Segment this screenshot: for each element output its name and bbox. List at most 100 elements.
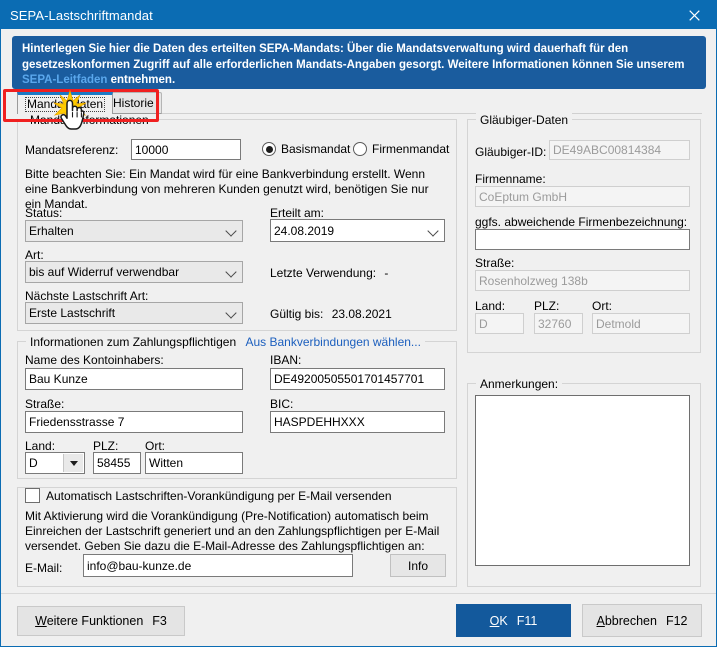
radio-basismandat-indicator xyxy=(262,142,276,156)
mandate-reference-input[interactable]: 10000 xyxy=(131,139,241,160)
creditor-street-input: Rosenholzweg 138b xyxy=(475,270,690,291)
payer-city-input[interactable]: Witten xyxy=(145,452,243,474)
more-functions-label: Weitere Funktionen xyxy=(35,614,143,628)
last-usage-label-text: Letzte Verwendung: xyxy=(270,266,376,280)
creditor-company-input: CoEptum GmbH xyxy=(475,186,690,207)
payer-information-group-title: Informationen zum Zahlungspflichtigen Au… xyxy=(26,335,425,349)
ok-accel: O xyxy=(490,614,500,628)
next-debit-type-value: Erste Lastschrift xyxy=(29,306,115,320)
info-banner-text: Hinterlegen Sie hier die Daten des ertei… xyxy=(22,42,696,89)
payer-city-label: Ort: xyxy=(145,439,165,453)
notes-textarea[interactable] xyxy=(475,395,690,566)
more-functions-shortcut: F3 xyxy=(152,614,167,628)
creditor-zip-label: PLZ: xyxy=(534,299,559,313)
sepa-leitfaden-link[interactable]: SEPA-Leitfaden xyxy=(22,74,107,86)
payer-country-label: Land: xyxy=(25,439,55,453)
payer-zip-label: PLZ: xyxy=(93,439,118,453)
account-holder-input[interactable]: Bau Kunze xyxy=(25,368,243,390)
last-usage-label: Letzte Verwendung: - xyxy=(270,266,388,280)
more-functions-button[interactable]: Weitere Funktionen F3 xyxy=(17,606,185,636)
radio-basismandat[interactable]: Basismandat xyxy=(262,142,350,156)
creditor-id-input: DE49ABC00814384 xyxy=(549,140,690,160)
radio-firmenmandat-indicator xyxy=(353,142,367,156)
bic-label: BIC: xyxy=(270,397,293,411)
payer-group-title-text: Informationen zum Zahlungspflichtigen xyxy=(30,335,236,349)
sepa-mandate-dialog: SEPA-Lastschriftmandat Hinterlegen Sie h… xyxy=(0,0,717,647)
creditor-country-input: D xyxy=(475,313,524,334)
cancel-label: Abbrechen xyxy=(596,614,656,628)
art-label: Art: xyxy=(25,248,44,262)
chevron-down-icon xyxy=(427,225,438,236)
email-input[interactable]: info@bau-kunze.de xyxy=(83,554,353,577)
iban-input[interactable]: DE49200505501701457701 xyxy=(270,368,445,390)
account-holder-label: Name des Kontoinhabers: xyxy=(25,353,164,367)
creditor-altname-input[interactable] xyxy=(475,229,690,250)
notes-group-title: Anmerkungen: xyxy=(476,377,562,391)
status-select-value: Erhalten xyxy=(29,224,74,238)
more-functions-rest: eitere Funktionen xyxy=(47,614,144,628)
status-label: Status: xyxy=(25,206,62,220)
creditor-altname-label: ggfs. abweichende Firmenbezeichnung: xyxy=(475,215,687,229)
chevron-down-icon xyxy=(225,307,236,318)
creditor-company-label: Firmenname: xyxy=(475,172,546,186)
ok-rest: K xyxy=(499,614,507,628)
payer-country-value: D xyxy=(29,456,38,470)
banner-text-after: entnehmen. xyxy=(107,74,175,86)
payer-street-input[interactable]: Friedensstrasse 7 xyxy=(25,411,243,433)
creditor-city-label: Ort: xyxy=(592,299,612,313)
next-debit-type-label: Nächste Lastschrift Art: xyxy=(25,289,148,303)
status-select[interactable]: Erhalten xyxy=(25,220,243,242)
more-functions-accel: W xyxy=(35,614,47,628)
cancel-shortcut: F12 xyxy=(666,614,688,628)
creditor-zip-input: 32760 xyxy=(534,313,583,334)
prenotification-checkbox[interactable]: Automatisch Lastschriften-Vorankündigung… xyxy=(25,488,392,503)
tab-historie[interactable]: Historie xyxy=(105,92,162,114)
tab-mandatsdaten[interactable]: Mandatsdaten xyxy=(17,92,113,114)
mandate-information-group-title: Mandatsinformationen xyxy=(26,113,153,127)
creditor-street-label: Straße: xyxy=(475,256,514,270)
cancel-button[interactable]: Abbrechen F12 xyxy=(582,604,702,637)
chevron-down-icon xyxy=(225,266,236,277)
ok-shortcut: F11 xyxy=(517,614,538,628)
art-select[interactable]: bis auf Widerruf verwendbar xyxy=(25,261,243,283)
cancel-accel: A xyxy=(596,614,604,628)
prenotification-checkbox-label: Automatisch Lastschriften-Vorankündigung… xyxy=(46,489,392,503)
bic-input[interactable]: HASPDEHHXXX xyxy=(270,411,445,433)
creditor-country-label: Land: xyxy=(475,299,505,313)
iban-label: IBAN: xyxy=(270,353,301,367)
valid-until-label: Gültig bis: 23.08.2021 xyxy=(270,307,392,321)
next-debit-type-select[interactable]: Erste Lastschrift xyxy=(25,302,243,324)
radio-firmenmandat[interactable]: Firmenmandat xyxy=(353,142,449,156)
payer-zip-input[interactable]: 58455 xyxy=(93,452,141,474)
close-glyph xyxy=(689,10,700,21)
checkbox-indicator xyxy=(25,488,40,503)
issued-on-label: Erteilt am: xyxy=(270,206,324,220)
title-bar: SEPA-Lastschriftmandat xyxy=(1,1,716,29)
creditor-id-label: Gläubiger-ID: xyxy=(475,145,546,159)
prenotification-description: Mit Aktivierung wird die Vorankündigung … xyxy=(25,509,443,554)
issued-on-value: 24.08.2019 xyxy=(274,224,334,238)
dialog-button-bar: Weitere Funktionen F3 OK F11 Abbrechen F… xyxy=(1,593,716,646)
radio-firmenmandat-label: Firmenmandat xyxy=(372,142,449,156)
payer-street-label: Straße: xyxy=(25,397,64,411)
issued-on-datepicker[interactable]: 24.08.2019 xyxy=(270,219,445,242)
valid-until-label-text: Gültig bis: xyxy=(270,307,323,321)
radio-basismandat-label: Basismandat xyxy=(281,142,350,156)
payer-country-select[interactable]: D xyxy=(25,452,85,474)
mandate-reference-label: Mandatsreferenz: xyxy=(25,143,118,157)
tab-historie-label: Historie xyxy=(113,96,154,110)
choose-bank-account-link[interactable]: Aus Bankverbindungen wählen... xyxy=(245,335,420,349)
tab-strip: Mandatsdaten Historie xyxy=(17,92,702,114)
triangle-down-icon xyxy=(70,461,78,466)
cancel-rest: bbrechen xyxy=(605,614,657,628)
close-icon[interactable] xyxy=(672,1,716,29)
creditor-data-group-title: Gläubiger-Daten xyxy=(476,113,572,127)
ok-button[interactable]: OK F11 xyxy=(456,604,571,637)
creditor-city-input: Detmold xyxy=(592,313,690,334)
last-usage-value: - xyxy=(384,266,388,280)
info-button[interactable]: Info xyxy=(390,554,446,577)
dropdown-button[interactable] xyxy=(63,454,83,472)
tab-mandatsdaten-label: Mandatsdaten xyxy=(25,97,105,112)
art-select-value: bis auf Widerruf verwendbar xyxy=(29,265,179,279)
ok-label: OK xyxy=(490,614,508,628)
